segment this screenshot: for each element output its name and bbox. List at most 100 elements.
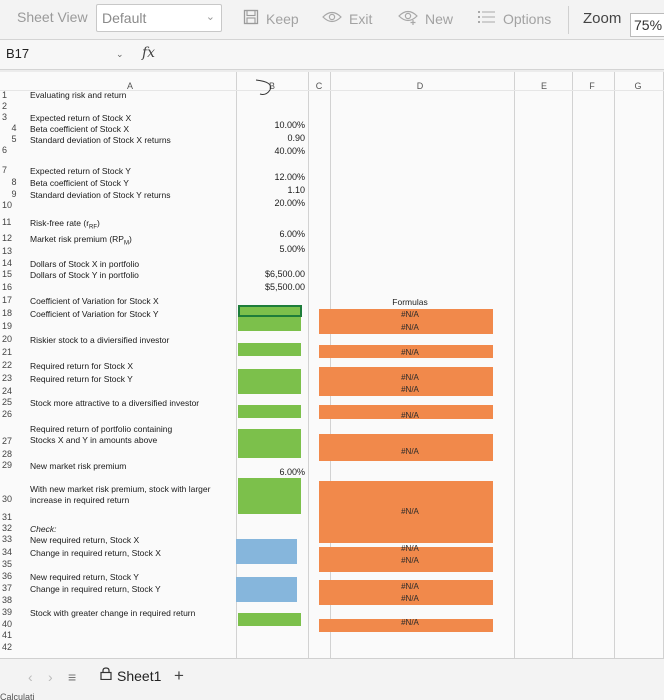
row-number[interactable]: 11 [2, 217, 26, 227]
cell-a34[interactable]: Change in required return, Stock X [30, 547, 161, 559]
cell-b12[interactable]: 5.00% [238, 244, 307, 255]
row-number[interactable]: 17 [2, 295, 26, 305]
cell-d37[interactable]: #N/A [360, 594, 460, 604]
row-number[interactable]: 9 [2, 189, 26, 199]
name-box[interactable]: B17 [6, 46, 29, 61]
cell-b29[interactable]: 6.00% [238, 467, 307, 478]
cell-b15[interactable]: $5,500.00 [238, 282, 307, 293]
row-number[interactable]: 14 [2, 258, 26, 268]
row-number[interactable]: 41 [2, 630, 26, 640]
function-icon[interactable]: fx [142, 45, 155, 61]
cell-a23[interactable]: Required return for Stock Y [30, 373, 133, 385]
row-number[interactable]: 15 [2, 269, 26, 279]
row-number[interactable]: 2 [2, 101, 26, 111]
row-number[interactable]: 35 [2, 559, 26, 569]
selected-cell-b17[interactable] [238, 305, 302, 317]
cell-a7[interactable]: Expected return of Stock Y [30, 165, 131, 177]
cell-a8[interactable]: Beta coefficient of Stock Y [30, 177, 129, 189]
cell-a20[interactable]: Riskier stock to a diviersified investor [30, 334, 169, 346]
cell-d33[interactable]: #N/A [360, 544, 460, 554]
row-number[interactable]: 36 [2, 571, 26, 581]
row-number[interactable]: 32 [2, 523, 26, 533]
row-number[interactable]: 25 [2, 397, 26, 407]
cell-d17[interactable]: #N/A [360, 310, 460, 320]
row-number[interactable]: 1 [2, 90, 26, 100]
cell-b9[interactable]: 20.00% [238, 198, 307, 209]
add-sheet-button[interactable]: + [174, 666, 184, 686]
row-number[interactable]: 22 [2, 360, 26, 370]
row-number[interactable]: 39 [2, 607, 26, 617]
column-header-c[interactable]: C [309, 81, 329, 91]
row-number[interactable]: 33 [2, 534, 26, 544]
cell-d39[interactable]: #N/A [360, 618, 460, 628]
cell-d30[interactable]: #N/A [360, 507, 460, 517]
row-number[interactable]: 16 [2, 282, 26, 292]
scroll-left-icon[interactable]: ‹ [28, 669, 33, 685]
exit-button[interactable]: Exit [322, 6, 372, 32]
cell-a9[interactable]: Standard deviation of Stock Y returns [30, 189, 171, 201]
cell-a18[interactable]: Coefficient of Variation for Stock Y [30, 308, 159, 320]
row-number[interactable]: 19 [2, 321, 26, 331]
cell-d27[interactable]: #N/A [360, 447, 460, 457]
row-number[interactable]: 30 [2, 494, 26, 504]
cell-d18[interactable]: #N/A [360, 323, 460, 333]
row-number[interactable]: 10 [2, 200, 26, 210]
row-number[interactable]: 31 [2, 512, 26, 522]
cell-d34[interactable]: #N/A [360, 556, 460, 566]
row-number[interactable]: 5 [2, 134, 26, 144]
cell-a22[interactable]: Required return for Stock X [30, 360, 133, 372]
cell-a30-line2[interactable]: increase in required return [30, 494, 129, 506]
row-number[interactable]: 7 [2, 165, 26, 175]
cell-a37[interactable]: Change in required return, Stock Y [30, 583, 161, 595]
new-button[interactable]: New [398, 6, 453, 32]
row-number[interactable]: 42 [2, 642, 26, 652]
cell-a5[interactable]: Standard deviation of Stock X returns [30, 134, 171, 146]
cell-a17[interactable]: Coefficient of Variation for Stock X [30, 295, 159, 307]
cell-a36[interactable]: New required return, Stock Y [30, 571, 139, 583]
cell-b3[interactable]: 10.00% [238, 120, 307, 131]
row-number[interactable]: 18 [2, 308, 26, 318]
zoom-input[interactable]: 75% [630, 13, 664, 37]
row-number[interactable]: 29 [2, 460, 26, 470]
scroll-right-icon[interactable]: › [48, 669, 53, 685]
formulas-header[interactable]: Formulas [360, 297, 460, 307]
tab-sheet1[interactable]: Sheet1 [100, 667, 161, 685]
cell-b7[interactable]: 12.00% [238, 172, 307, 183]
row-number[interactable]: 38 [2, 595, 26, 605]
cell-b14[interactable]: $6,500.00 [238, 269, 307, 280]
cell-a25[interactable]: Stock more attractive to a diversified i… [30, 397, 199, 409]
row-number[interactable]: 8 [2, 177, 26, 187]
row-number[interactable]: 6 [2, 145, 26, 155]
cell-a15[interactable]: Dollars of Stock Y in portfolio [30, 269, 139, 281]
cell-d36[interactable]: #N/A [360, 582, 460, 592]
row-number[interactable]: 23 [2, 373, 26, 383]
row-number[interactable]: 34 [2, 547, 26, 557]
row-number[interactable]: 40 [2, 619, 26, 629]
row-number[interactable]: 27 [2, 436, 26, 446]
cell-a29[interactable]: New market risk premium [30, 460, 126, 472]
chevron-down-icon[interactable]: ⌄ [116, 49, 124, 60]
row-number[interactable]: 21 [2, 347, 26, 357]
column-header-f[interactable]: F [582, 81, 602, 91]
keep-button[interactable]: Keep [243, 6, 299, 32]
row-number[interactable]: 37 [2, 583, 26, 593]
cell-a11[interactable]: Risk-free rate (rRF) [30, 217, 100, 234]
spreadsheet-grid[interactable]: A B C D E F G 1 2 3 4 5 6 7 8 9 10 11 12… [0, 72, 664, 658]
cell-b11[interactable]: 6.00% [238, 229, 307, 240]
row-number[interactable]: 20 [2, 334, 26, 344]
row-number[interactable]: 4 [2, 123, 26, 133]
cell-a1[interactable]: Evaluating risk and return [30, 89, 126, 101]
column-header-g[interactable]: G [628, 81, 648, 91]
row-number[interactable]: 13 [2, 246, 26, 256]
cell-a39[interactable]: Stock with greater change in required re… [30, 607, 195, 619]
sheet-list-icon[interactable]: ≡ [68, 669, 76, 685]
cell-b4[interactable]: 0.90 [238, 133, 307, 144]
row-number[interactable]: 24 [2, 386, 26, 396]
cell-d25[interactable]: #N/A [360, 411, 460, 421]
sheet-view-select[interactable]: Default ⌄ [96, 4, 222, 32]
row-number[interactable]: 3 [2, 112, 26, 122]
cell-b8[interactable]: 1.10 [238, 185, 307, 196]
cell-a12[interactable]: Market risk premium (RPM) [30, 233, 132, 250]
row-number[interactable]: 28 [2, 449, 26, 459]
cell-b5[interactable]: 40.00% [238, 146, 307, 157]
